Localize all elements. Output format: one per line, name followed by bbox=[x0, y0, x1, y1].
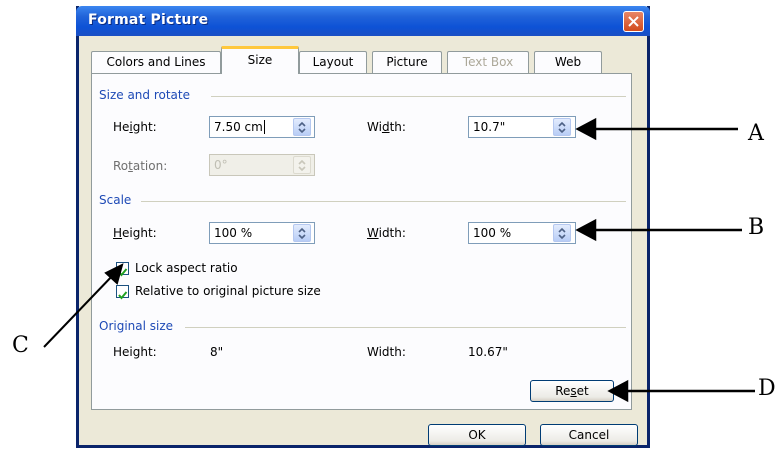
arrow-a bbox=[575, 117, 738, 141]
callout-arrows bbox=[43, 117, 755, 403]
arrow-d bbox=[607, 379, 755, 403]
arrow-c bbox=[43, 263, 124, 348]
arrow-b bbox=[575, 218, 742, 242]
